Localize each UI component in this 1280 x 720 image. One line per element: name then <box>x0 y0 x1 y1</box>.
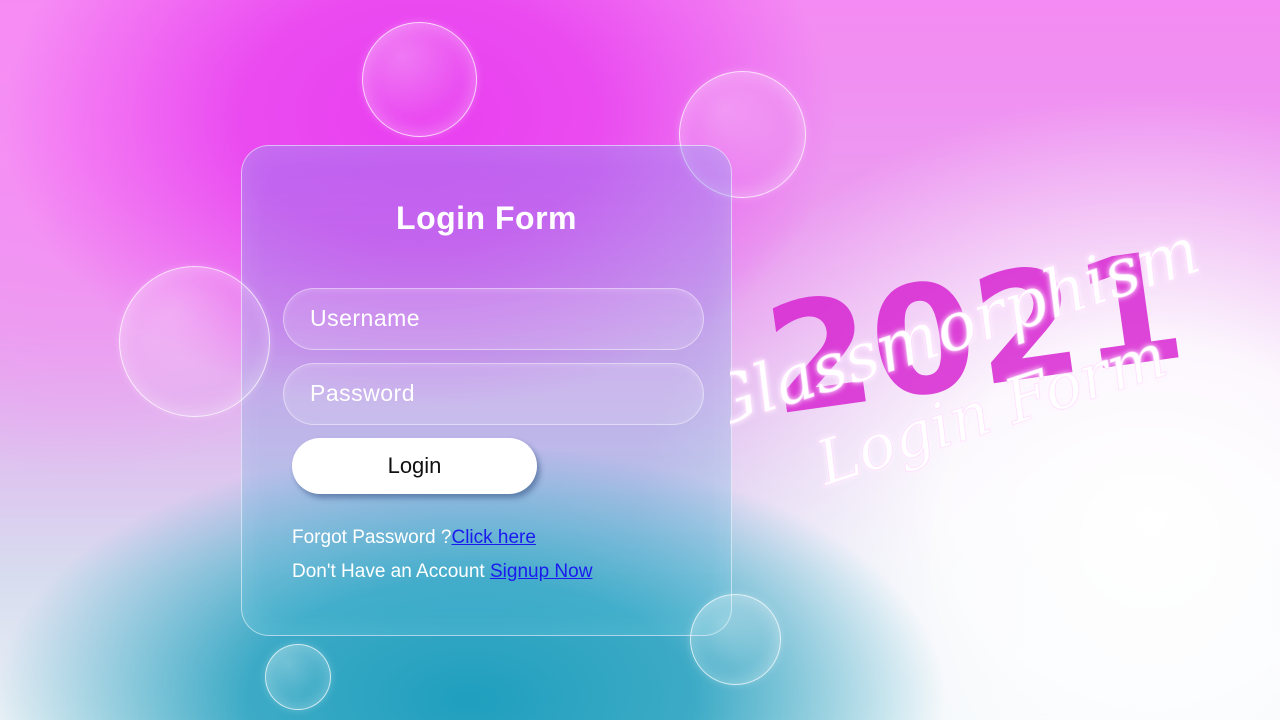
signup-link[interactable]: Signup Now <box>490 561 592 582</box>
signup-text: Don't Have an Account <box>292 561 490 582</box>
forgot-password-text: Forgot Password ? <box>292 527 452 548</box>
bubble-decoration <box>690 594 781 685</box>
form-title: Login Form <box>396 200 577 236</box>
glassmorphism-title-decoration: 2021 Glassmorphism Login Form <box>730 230 1209 500</box>
background: Login Form Username Password Login Forgo… <box>0 0 1280 720</box>
password-field[interactable]: Password <box>283 363 704 425</box>
forgot-password-row: Forgot Password ?Click here <box>292 527 536 549</box>
username-field[interactable]: Username <box>283 288 704 350</box>
bubble-decoration <box>265 644 331 710</box>
bubble-decoration <box>362 22 477 137</box>
signup-row: Don't Have an Account Signup Now <box>292 561 592 583</box>
login-card: Login Form Username Password Login Forgo… <box>241 145 732 636</box>
bubble-decoration <box>119 266 270 417</box>
login-button[interactable]: Login <box>292 438 537 494</box>
forgot-password-link[interactable]: Click here <box>451 527 535 548</box>
